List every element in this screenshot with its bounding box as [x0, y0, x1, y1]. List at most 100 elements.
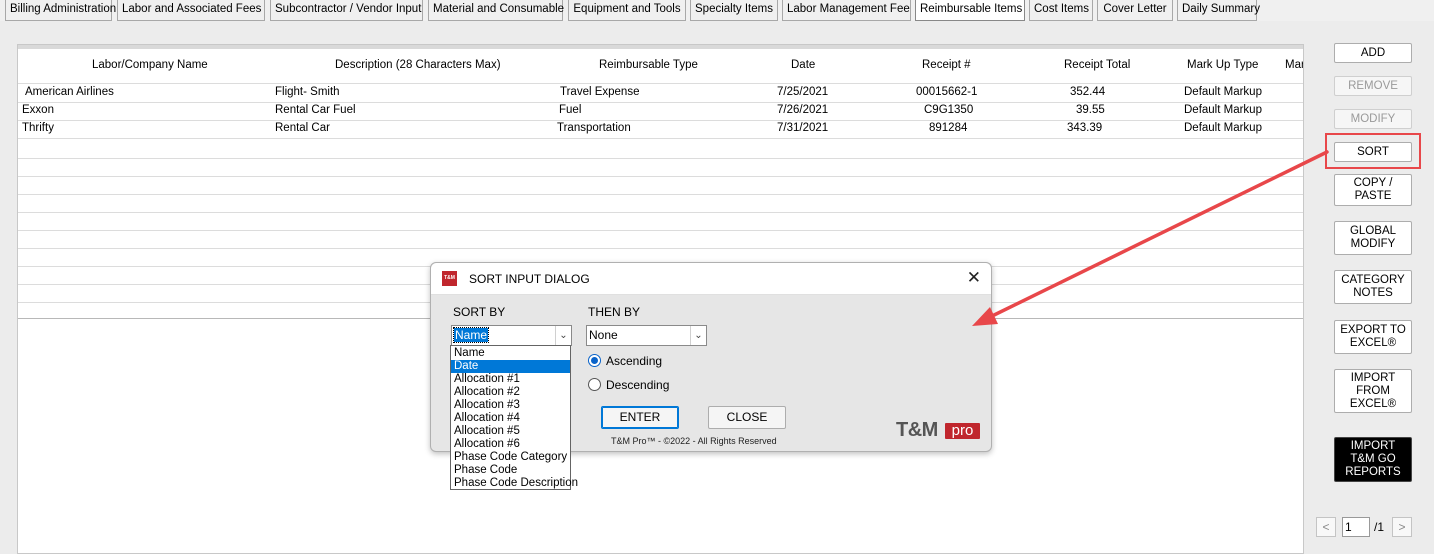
dropdown-option-date[interactable]: Date	[451, 360, 570, 373]
export-label-line2: EXCEL®	[1349, 337, 1397, 349]
import-label-line1: IMPORT	[1350, 371, 1396, 384]
import-from-excel-button[interactable]: IMPORT FROM EXCEL®	[1334, 369, 1412, 413]
then-by-select[interactable]: None ⌄	[586, 325, 707, 346]
header-receipt-number[interactable]: Receipt #	[922, 59, 971, 71]
cell-receipt: 00015662-1	[916, 86, 978, 98]
import-tm-go-reports-button[interactable]: IMPORT T&M GO REPORTS	[1334, 437, 1412, 482]
header-date[interactable]: Date	[791, 59, 815, 71]
dropdown-option-name[interactable]: Name	[451, 347, 570, 360]
ascending-label[interactable]: Ascending	[606, 354, 662, 368]
sort-by-select[interactable]: Name ⌄	[451, 325, 572, 346]
category-notes-label-line1: CATEGORY	[1341, 274, 1405, 286]
copy-paste-label-line2: PASTE	[1354, 190, 1392, 202]
export-label-line1: EXPORT TO	[1340, 324, 1406, 336]
tab-material-and-consumable[interactable]: Material and Consumable	[428, 0, 564, 21]
header-mark-up-truncated[interactable]: Mar	[1285, 59, 1303, 71]
prev-page-button[interactable]: <	[1316, 517, 1336, 537]
dialog-title-bar[interactable]: T&M SORT INPUT DIALOG ✕	[431, 263, 991, 295]
tab-labor-management-fee[interactable]: Labor Management Fee	[782, 0, 911, 21]
cell-type: Fuel	[559, 104, 582, 116]
header-labor-company-name[interactable]: Labor/Company Name	[92, 59, 208, 71]
tm-logo-icon: T&M	[442, 271, 457, 286]
dropdown-option-allocation-1[interactable]: Allocation #1	[451, 373, 570, 386]
modify-button-label: MODIFY	[1350, 112, 1396, 125]
dropdown-option-phase-code-category[interactable]: Phase Code Category	[451, 451, 570, 464]
cell-total: 39.55	[1076, 104, 1105, 116]
tab-specialty-items[interactable]: Specialty Items	[690, 0, 778, 21]
dropdown-option-allocation-6[interactable]: Allocation #6	[451, 438, 570, 451]
empty-row[interactable]	[18, 248, 1303, 249]
category-notes-label-line2: NOTES	[1353, 287, 1393, 299]
empty-row[interactable]	[18, 158, 1303, 159]
header-reimbursable-type[interactable]: Reimbursable Type	[599, 59, 698, 71]
table-row[interactable]: American Airlines Flight- Smith Travel E…	[18, 85, 1303, 103]
table-row[interactable]: Exxon Rental Car Fuel Fuel 7/26/2021 C9G…	[18, 103, 1303, 121]
tab-labor-and-associated-fees[interactable]: Labor and Associated Fees	[117, 0, 265, 21]
cell-description: Rental Car Fuel	[275, 104, 356, 116]
brand-tm-text: T&M	[896, 419, 938, 441]
dropdown-option-phase-code-description[interactable]: Phase Code Description	[451, 477, 578, 490]
empty-row[interactable]	[18, 212, 1303, 213]
cell-markup: Default Markup	[1184, 122, 1262, 134]
export-to-excel-button[interactable]: EXPORT TO EXCEL®	[1334, 320, 1412, 354]
page-total: /1	[1374, 520, 1385, 534]
table-row[interactable]: Thrifty Rental Car Transportation 7/31/2…	[18, 121, 1303, 139]
cell-receipt: C9G1350	[924, 104, 974, 116]
header-receipt-total[interactable]: Receipt Total	[1064, 59, 1130, 71]
tab-bar: Billing Administration Labor and Associa…	[0, 0, 1434, 21]
dropdown-option-allocation-3[interactable]: Allocation #3	[451, 399, 570, 412]
dropdown-option-allocation-5[interactable]: Allocation #5	[451, 425, 570, 438]
tab-subcontractor-vendor-input[interactable]: Subcontractor / Vendor Input	[270, 0, 423, 21]
sort-by-dropdown-list[interactable]: Name Date Allocation #1 Allocation #2 Al…	[450, 345, 578, 490]
cell-date: 7/25/2021	[777, 86, 829, 98]
dropdown-option-allocation-2[interactable]: Allocation #2	[451, 386, 570, 399]
cell-markup: Default Markup	[1184, 104, 1262, 116]
modify-button[interactable]: MODIFY	[1334, 109, 1412, 129]
category-notes-button[interactable]: CATEGORY NOTES	[1334, 270, 1412, 304]
empty-row[interactable]	[18, 230, 1303, 231]
cell-name: Thrifty	[22, 122, 54, 134]
cell-receipt: 891284	[929, 122, 968, 134]
chevron-down-icon[interactable]: ⌄	[555, 326, 571, 345]
dropdown-option-allocation-4[interactable]: Allocation #4	[451, 412, 570, 425]
import-label-line2: FROM	[1356, 384, 1390, 397]
add-button-label: ADD	[1360, 46, 1386, 59]
cell-date: 7/31/2021	[777, 122, 829, 134]
descending-label[interactable]: Descending	[606, 378, 669, 392]
add-button[interactable]: ADD	[1334, 43, 1412, 63]
header-description[interactable]: Description (28 Characters Max)	[335, 59, 501, 71]
remove-button-label: REMOVE	[1348, 79, 1398, 92]
sort-by-selected-value: Name	[452, 327, 490, 343]
cell-date: 7/26/2021	[777, 104, 829, 116]
empty-row[interactable]	[18, 176, 1303, 177]
header-mark-up-type[interactable]: Mark Up Type	[1187, 59, 1258, 71]
enter-button[interactable]: ENTER	[601, 406, 679, 429]
tab-billing-administration[interactable]: Billing Administration	[5, 0, 116, 21]
global-modify-button[interactable]: GLOBAL MODIFY	[1334, 221, 1412, 255]
descending-radio[interactable]	[588, 378, 601, 391]
empty-row[interactable]	[18, 194, 1303, 195]
page-number-input[interactable]: 1	[1342, 517, 1370, 537]
cell-name: American Airlines	[25, 86, 114, 98]
close-button[interactable]: CLOSE	[708, 406, 786, 429]
tab-cost-items[interactable]: Cost Items	[1029, 0, 1093, 21]
ascending-radio[interactable]	[588, 354, 601, 367]
cell-description: Rental Car	[275, 122, 330, 134]
header-divider	[18, 83, 1303, 84]
tab-daily-summary[interactable]: Daily Summary	[1177, 0, 1260, 21]
tab-reimbursable-items[interactable]: Reimbursable Items	[915, 0, 1025, 21]
dropdown-option-phase-code[interactable]: Phase Code	[451, 464, 570, 477]
import-go-label-line3: REPORTS	[1345, 466, 1401, 478]
tab-equipment-and-tools[interactable]: Equipment and Tools	[568, 0, 686, 21]
copy-paste-button[interactable]: COPY / PASTE	[1334, 174, 1412, 206]
copy-paste-label-line1: COPY /	[1353, 177, 1393, 189]
cell-type: Transportation	[557, 122, 631, 134]
remove-button[interactable]: REMOVE	[1334, 76, 1412, 96]
tab-cover-letter[interactable]: Cover Letter	[1097, 0, 1173, 21]
next-page-button[interactable]: >	[1392, 517, 1412, 537]
close-icon[interactable]: ✕	[967, 269, 981, 287]
then-by-selected-value: None	[589, 328, 618, 342]
chevron-down-icon[interactable]: ⌄	[690, 326, 706, 345]
dialog-title: SORT INPUT DIALOG	[469, 272, 590, 286]
import-go-label-line2: T&M GO	[1350, 453, 1396, 465]
